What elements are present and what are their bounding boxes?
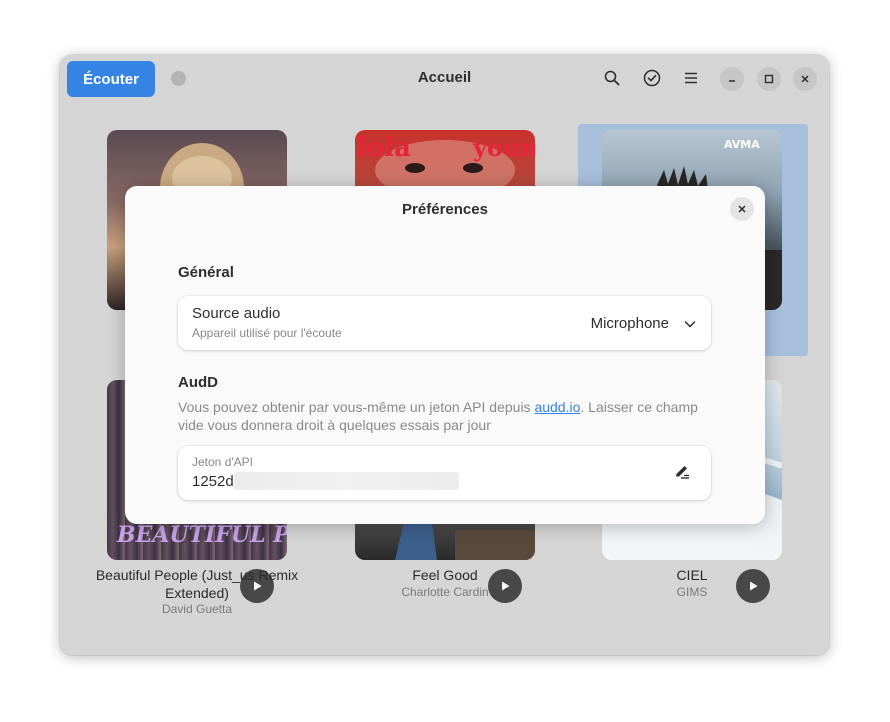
- search-icon[interactable]: [601, 67, 623, 89]
- api-token-field[interactable]: Jeton d'API 1252d: [178, 446, 711, 500]
- api-token-redacted: [234, 472, 459, 490]
- audio-source-value[interactable]: Microphone: [591, 315, 669, 332]
- close-icon[interactable]: [793, 67, 817, 91]
- art-text: AVMA: [724, 138, 760, 151]
- art-text: BEAUTIFUL PEOPLE: [116, 522, 287, 548]
- song-title: Beautiful People (Just_us Remix Extended…: [95, 567, 299, 601]
- minimize-icon[interactable]: [720, 67, 744, 91]
- dialog-close-icon[interactable]: [730, 197, 754, 221]
- maximize-icon[interactable]: [757, 67, 781, 91]
- art-text-right: young: [472, 133, 535, 162]
- audd-description-text: Vous pouvez obtenir par vous-même un jet…: [178, 399, 535, 415]
- api-token-value[interactable]: 1252d: [192, 473, 234, 490]
- preferences-dialog: Préférences Général Source audio Apparei…: [125, 186, 765, 524]
- dialog-title: Préférences: [402, 201, 488, 218]
- song-title: CIEL: [676, 567, 708, 583]
- edit-icon[interactable]: [673, 463, 691, 481]
- window-title: Accueil: [417, 69, 472, 86]
- check-circle-icon[interactable]: [641, 67, 663, 89]
- api-token-label: Jeton d'API: [192, 455, 253, 469]
- header-bar: Écouter Accueil: [60, 55, 829, 102]
- art-text-left: lola: [357, 133, 411, 163]
- song-artist: GIMS: [676, 585, 708, 599]
- general-section-title: Général: [178, 264, 234, 281]
- song-artist: Charlotte Cardin: [401, 585, 489, 599]
- audd-section-title: AudD: [178, 374, 218, 391]
- audd-link[interactable]: audd.io: [534, 399, 580, 415]
- audio-source-row[interactable]: Source audio Appareil utilisé pour l'éco…: [178, 296, 711, 350]
- chevron-down-icon[interactable]: [683, 317, 697, 331]
- song-title: Feel Good: [412, 567, 478, 583]
- song-artist: David Guetta: [161, 602, 233, 616]
- audio-source-subtitle: Appareil utilisé pour l'écoute: [192, 326, 342, 340]
- menu-icon[interactable]: [680, 67, 702, 89]
- audio-source-title: Source audio: [192, 305, 281, 322]
- audd-description: Vous pouvez obtenir par vous-même un jet…: [178, 398, 698, 434]
